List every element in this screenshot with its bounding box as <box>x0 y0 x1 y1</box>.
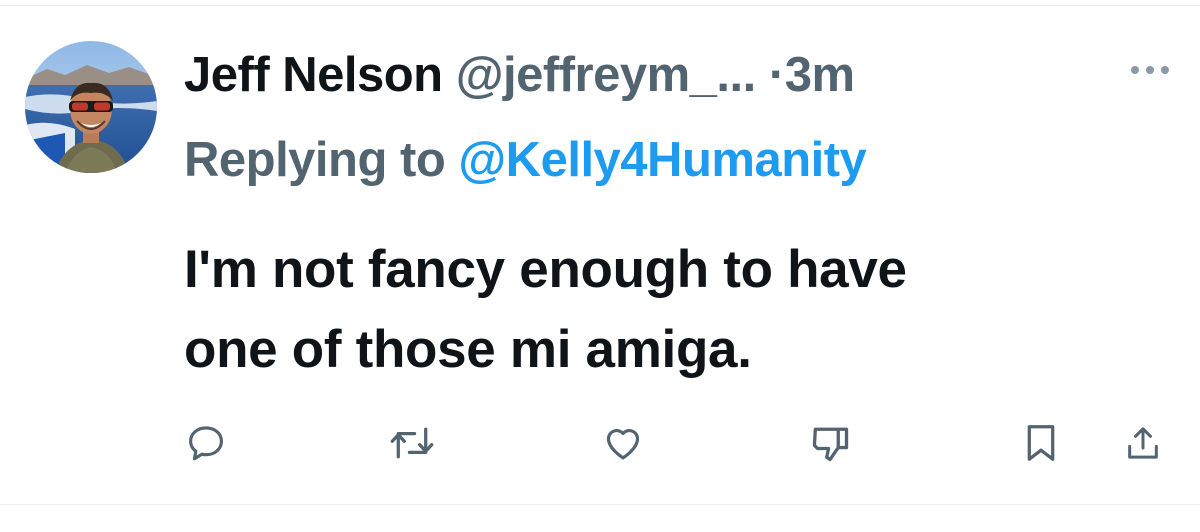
retweet-icon <box>390 427 434 459</box>
more-options-icon[interactable] <box>1124 60 1176 80</box>
author-name[interactable]: Jeff Nelson <box>184 48 443 102</box>
dislike-icon <box>812 427 849 462</box>
like-icon <box>606 429 640 460</box>
tweet-text-line: one of those mi amiga. <box>184 320 752 379</box>
reply-button[interactable] <box>180 418 232 468</box>
share-icon <box>1128 427 1158 459</box>
author-handle[interactable]: @jeffreym_... <box>456 48 757 102</box>
retweet-button[interactable] <box>384 418 440 468</box>
bookmark-icon <box>1027 425 1055 461</box>
separator-dot: · <box>768 48 785 102</box>
like-button[interactable] <box>596 418 650 468</box>
dislike-button[interactable] <box>802 418 858 468</box>
timestamp[interactable]: 3m <box>785 48 855 102</box>
reply-icon <box>189 426 223 461</box>
replying-to-label: Replying to <box>184 133 446 187</box>
tweet-header: Jeff Nelson @jeffreym_... ·3m <box>184 42 1104 108</box>
bookmark-button[interactable] <box>1018 418 1064 468</box>
top-divider <box>0 5 1200 6</box>
tweet-text-line: I'm not fancy enough to have <box>184 240 907 299</box>
avatar[interactable] <box>25 41 157 173</box>
reply-to-mention[interactable]: @Kelly4Humanity <box>458 133 866 187</box>
tweet-text: I'm not fancy enough to have one of thos… <box>184 230 1164 390</box>
bottom-divider <box>0 504 1200 505</box>
avatar-photo <box>25 41 157 173</box>
replying-to-line: Replying to @Kelly4Humanity <box>184 125 867 195</box>
share-button[interactable] <box>1120 418 1166 468</box>
